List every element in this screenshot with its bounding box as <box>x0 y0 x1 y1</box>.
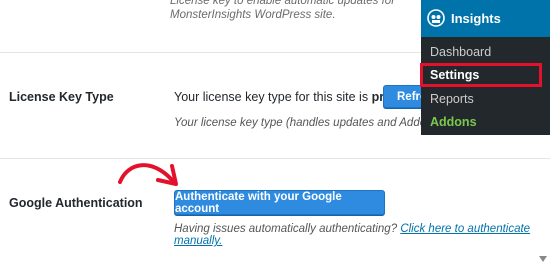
insights-menu-header[interactable]: Insights <box>421 0 550 37</box>
settings-highlight-box <box>420 63 542 87</box>
google-authentication-label: Google Authentication <box>9 196 143 210</box>
license-key-description: License key to enable automatic updates … <box>170 0 396 21</box>
divider <box>0 158 550 159</box>
scroll-down-icon[interactable] <box>539 255 547 263</box>
auth-help-question: Having issues automatically authenticati… <box>174 223 398 235</box>
license-type-value: Your license key type for this site is p… <box>174 90 395 104</box>
insights-menu-title: Insights <box>451 11 501 26</box>
license-type-description: Your license key type (handles updates a… <box>174 117 446 129</box>
menu-item-dashboard[interactable]: Dashboard <box>430 45 491 59</box>
auth-help-text: Having issues automatically authenticati… <box>174 223 550 247</box>
authenticate-google-button[interactable]: Authenticate with your Google account <box>174 190 385 215</box>
menu-item-addons[interactable]: Addons <box>430 115 477 129</box>
license-type-prefix: Your license key type for this site is <box>174 90 369 104</box>
license-key-type-label: License Key Type <box>9 90 114 104</box>
insights-logo-icon <box>427 9 445 27</box>
menu-item-reports[interactable]: Reports <box>430 92 474 106</box>
